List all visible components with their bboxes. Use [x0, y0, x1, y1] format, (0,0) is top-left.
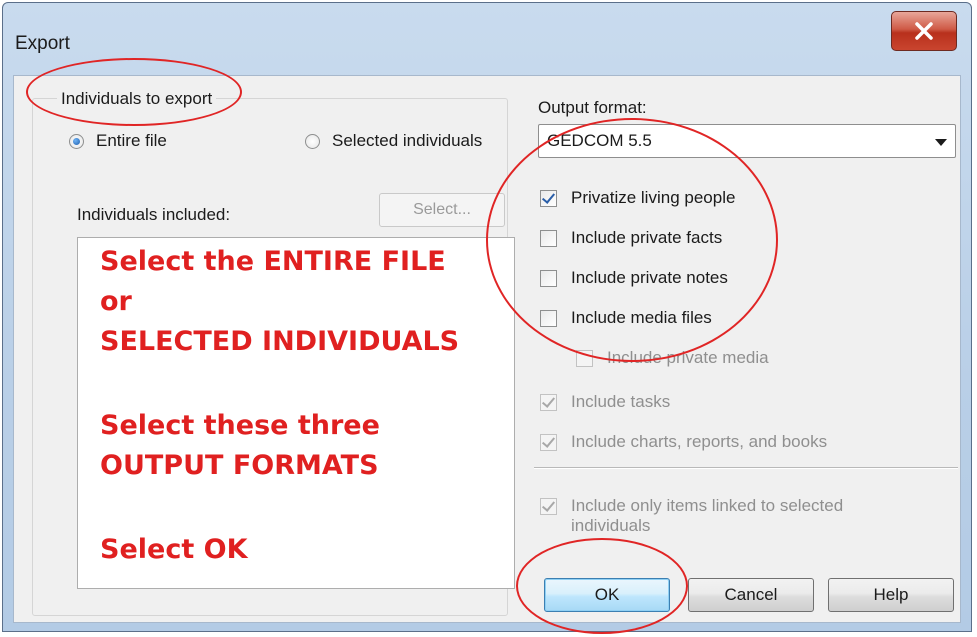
- checkbox-label: Include charts, reports, and books: [571, 432, 828, 451]
- entire-file-label: Entire file: [96, 131, 167, 150]
- output-format-value: GEDCOM 5.5: [547, 131, 652, 150]
- selected-individuals-radio[interactable]: Selected individuals: [305, 131, 482, 151]
- checkbox-label: Include private facts: [571, 228, 723, 247]
- privatize-living-checkbox[interactable]: Privatize living people: [540, 188, 735, 208]
- checkbox-label: Privatize living people: [571, 188, 736, 207]
- individuals-included-label: Individuals included:: [77, 205, 231, 224]
- chevron-down-icon: [935, 139, 947, 146]
- annotation-line: Select OK: [100, 534, 248, 565]
- selected-individuals-label: Selected individuals: [332, 131, 483, 150]
- annotation-line: Select the ENTIRE FILE: [100, 246, 446, 277]
- radio-unchecked-icon: [305, 133, 320, 149]
- checkbox-checked-icon: [540, 433, 557, 451]
- include-private-media-checkbox[interactable]: Include private media: [576, 348, 769, 368]
- checkbox-unchecked-icon: [540, 269, 557, 287]
- divider: [534, 467, 958, 469]
- help-button[interactable]: Help: [828, 578, 954, 612]
- entire-file-radio[interactable]: Entire file: [69, 131, 167, 151]
- export-dialog: Export Individuals to export Entire file…: [2, 2, 972, 632]
- include-private-notes-checkbox[interactable]: Include private notes: [540, 268, 728, 288]
- cancel-button[interactable]: Cancel: [688, 578, 814, 612]
- ok-button[interactable]: OK: [544, 578, 670, 612]
- checkbox-checked-icon: [540, 393, 557, 411]
- radio-checked-icon: [69, 133, 84, 149]
- close-button[interactable]: [891, 11, 957, 51]
- individuals-group: Individuals to export Entire file Select…: [32, 89, 515, 616]
- checkbox-label: Include private media: [607, 348, 769, 367]
- checkbox-label: Include private notes: [571, 268, 728, 287]
- include-private-facts-checkbox[interactable]: Include private facts: [540, 228, 722, 248]
- include-charts-checkbox[interactable]: Include charts, reports, and books: [540, 432, 827, 452]
- annotation-line: Select these three: [100, 410, 380, 441]
- checkbox-checked-icon: [540, 498, 557, 515]
- include-tasks-checkbox[interactable]: Include tasks: [540, 392, 670, 412]
- output-format-label: Output format:: [538, 98, 647, 117]
- select-button[interactable]: Select...: [379, 193, 505, 227]
- individuals-group-legend: Individuals to export: [57, 89, 217, 109]
- annotation-line: or: [100, 286, 132, 317]
- close-icon: [914, 22, 934, 40]
- checkbox-unchecked-icon: [576, 349, 593, 367]
- checkbox-label: Include media files: [571, 308, 712, 327]
- individuals-listbox[interactable]: Select the ENTIRE FILE or SELECTED INDIV…: [77, 237, 515, 589]
- dialog-body: Individuals to export Entire file Select…: [13, 75, 961, 623]
- checkbox-label: Include tasks: [571, 392, 671, 411]
- output-format-select[interactable]: GEDCOM 5.5: [538, 124, 956, 158]
- title-bar[interactable]: Export: [3, 3, 971, 77]
- checkbox-unchecked-icon: [540, 229, 557, 247]
- dialog-title: Export: [15, 33, 70, 54]
- checkbox-unchecked-icon: [540, 309, 557, 327]
- checkbox-label: Include only items linked to selected in…: [571, 496, 844, 535]
- include-media-files-checkbox[interactable]: Include media files: [540, 308, 712, 328]
- annotation-line: OUTPUT FORMATS: [100, 450, 379, 481]
- include-linked-items-checkbox[interactable]: Include only items linked to selected in…: [540, 496, 870, 536]
- annotation-line: SELECTED INDIVIDUALS: [100, 326, 460, 357]
- checkbox-checked-icon: [540, 189, 557, 207]
